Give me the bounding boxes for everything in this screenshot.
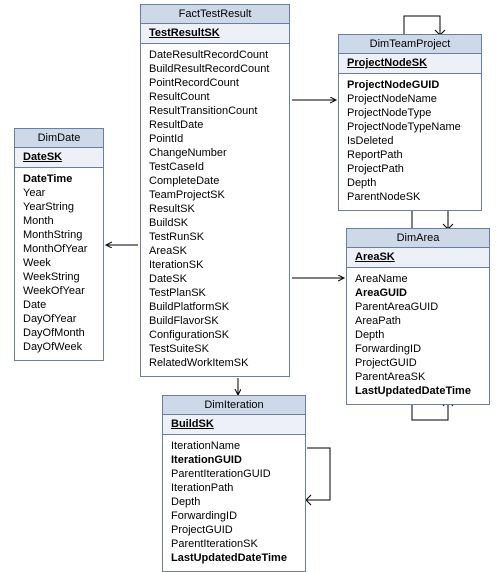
column: Depth xyxy=(347,176,473,190)
column: Date xyxy=(23,298,95,312)
column: ProjectPath xyxy=(347,162,473,176)
entity-columns: ProjectNodeGUIDProjectNodeNameProjectNod… xyxy=(339,74,481,210)
column: TeamProjectSK xyxy=(149,188,281,202)
column: IterationPath xyxy=(171,481,297,495)
entity-title: DimArea xyxy=(347,229,489,248)
entity-dimdate: DimDate DateSK DateTimeYearYearStringMon… xyxy=(14,128,104,361)
column: PointId xyxy=(149,132,281,146)
column: LastUpdatedDateTime xyxy=(171,551,297,565)
column: ParentIterationGUID xyxy=(171,467,297,481)
column: WeekString xyxy=(23,270,95,284)
entity-pk: BuildSK xyxy=(163,415,305,435)
column: IsDeleted xyxy=(347,134,473,148)
column: DateResultRecordCount xyxy=(149,48,281,62)
column: ParentNodeSK xyxy=(347,190,473,204)
entity-title: DimDate xyxy=(15,129,103,148)
entity-title: FactTestResult xyxy=(141,5,289,24)
column: AreaSK xyxy=(149,244,281,258)
column: MonthOfYear xyxy=(23,242,95,256)
column: DayOfMonth xyxy=(23,326,95,340)
column: ProjectNodeTypeName xyxy=(347,120,473,134)
column: TestSuiteSK xyxy=(149,342,281,356)
entity-pk: DateSK xyxy=(15,148,103,168)
entity-columns: IterationNameIterationGUIDParentIteratio… xyxy=(163,435,305,571)
column: MonthString xyxy=(23,228,95,242)
column: TestPlanSK xyxy=(149,286,281,300)
column: ReportPath xyxy=(347,148,473,162)
column: DateSK xyxy=(149,272,281,286)
column: TestRunSK xyxy=(149,230,281,244)
entity-columns: DateResultRecordCountBuildResultRecordCo… xyxy=(141,44,289,376)
column: ProjectNodeGUID xyxy=(347,78,473,92)
entity-dimiteration: DimIteration BuildSK IterationNameIterat… xyxy=(162,395,306,572)
column: ProjectGUID xyxy=(171,523,297,537)
column: AreaGUID xyxy=(355,286,481,300)
column: Week xyxy=(23,256,95,270)
column: BuildFlavorSK xyxy=(149,314,281,328)
entity-facttestresult: FactTestResult TestResultSK DateResultRe… xyxy=(140,4,290,377)
column: ResultSK xyxy=(149,202,281,216)
column: ResultCount xyxy=(149,90,281,104)
column: IterationSK xyxy=(149,258,281,272)
entity-pk: ProjectNodeSK xyxy=(339,54,481,74)
column: BuildSK xyxy=(149,216,281,230)
column: BuildResultRecordCount xyxy=(149,62,281,76)
column: YearString xyxy=(23,200,95,214)
column: ResultTransitionCount xyxy=(149,104,281,118)
column: Depth xyxy=(171,495,297,509)
column: TestCaseId xyxy=(149,160,281,174)
column: ConfigurationSK xyxy=(149,328,281,342)
column: Year xyxy=(23,186,95,200)
column: DayOfYear xyxy=(23,312,95,326)
column: ProjectNodeName xyxy=(347,92,473,106)
column: IterationGUID xyxy=(171,453,297,467)
entity-dimarea: DimArea AreaSK AreaNameAreaGUIDParentAre… xyxy=(346,228,490,405)
column: ChangeNumber xyxy=(149,146,281,160)
column: ParentAreaGUID xyxy=(355,300,481,314)
column: Depth xyxy=(355,328,481,342)
column: AreaName xyxy=(355,272,481,286)
entity-columns: DateTimeYearYearStringMonthMonthStringMo… xyxy=(15,168,103,360)
entity-pk: TestResultSK xyxy=(141,24,289,44)
column: ParentAreaSK xyxy=(355,370,481,384)
column: DayOfWeek xyxy=(23,340,95,354)
column: AreaPath xyxy=(355,314,481,328)
column: ParentIterationSK xyxy=(171,537,297,551)
column: ResultDate xyxy=(149,118,281,132)
entity-dimteamproject: DimTeamProject ProjectNodeSK ProjectNode… xyxy=(338,34,482,211)
entity-title: DimIteration xyxy=(163,396,305,415)
entity-title: DimTeamProject xyxy=(339,35,481,54)
column: ForwardingID xyxy=(171,509,297,523)
column: ProjectGUID xyxy=(355,356,481,370)
column: BuildPlatformSK xyxy=(149,300,281,314)
column: RelatedWorkItemSK xyxy=(149,356,281,370)
column: WeekOfYear xyxy=(23,284,95,298)
entity-pk: AreaSK xyxy=(347,248,489,268)
column: ForwardingID xyxy=(355,342,481,356)
entity-columns: AreaNameAreaGUIDParentAreaGUIDAreaPathDe… xyxy=(347,268,489,404)
column: DateTime xyxy=(23,172,95,186)
column: ProjectNodeType xyxy=(347,106,473,120)
column: IterationName xyxy=(171,439,297,453)
column: CompleteDate xyxy=(149,174,281,188)
column: LastUpdatedDateTime xyxy=(355,384,481,398)
column: PointRecordCount xyxy=(149,76,281,90)
column: Month xyxy=(23,214,95,228)
